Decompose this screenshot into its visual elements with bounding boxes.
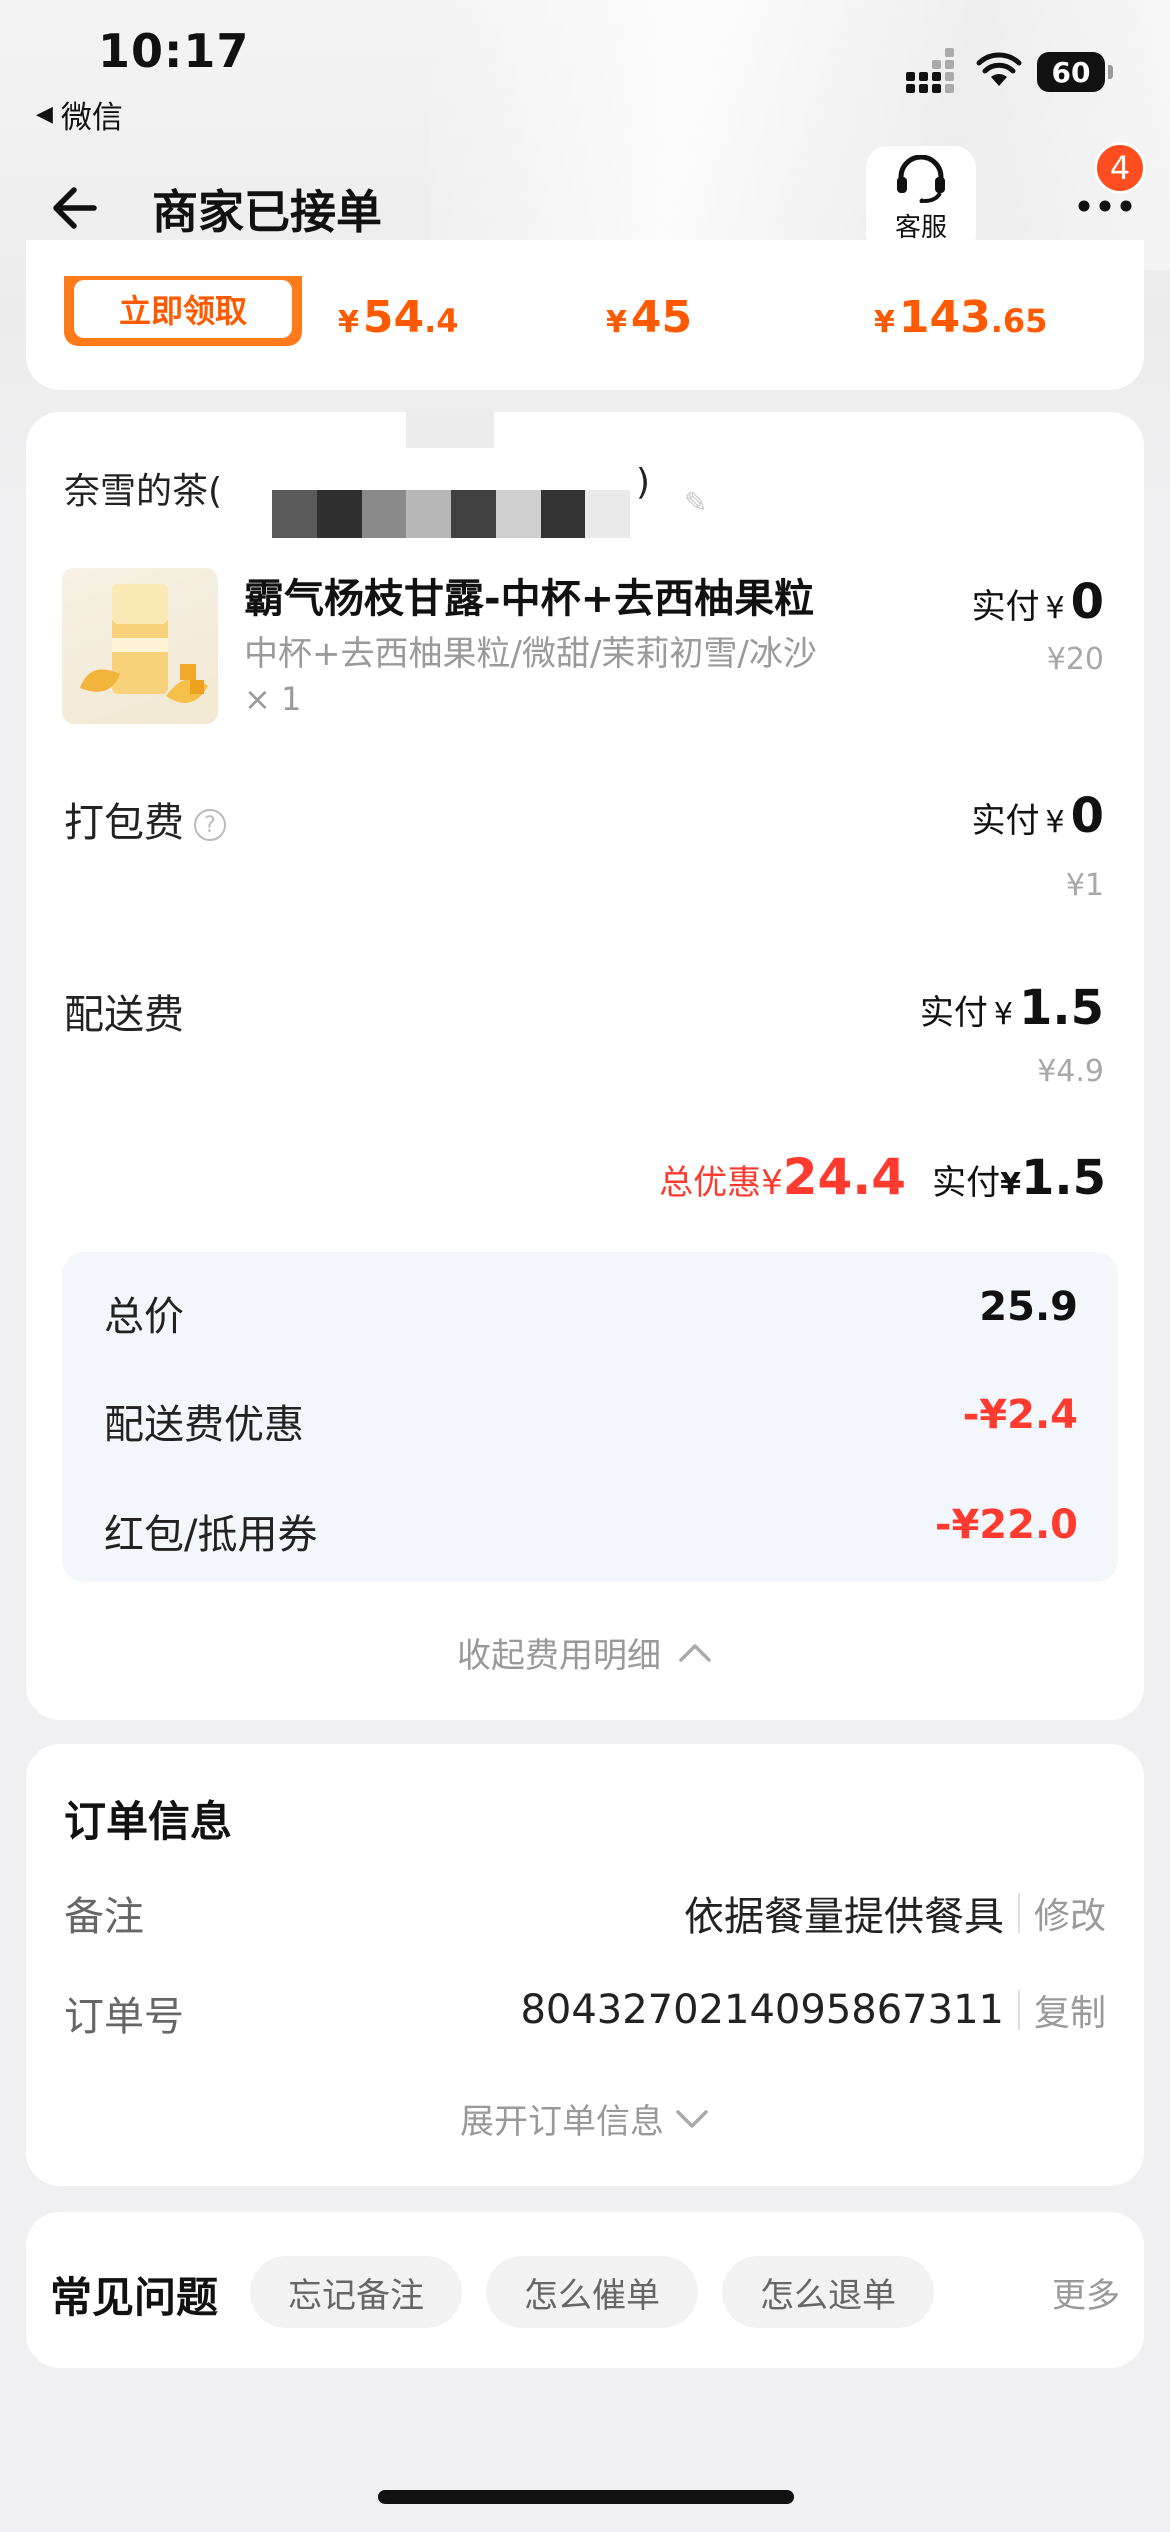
chevron-up-icon — [679, 1643, 711, 1662]
product-paid-amount: 实付 ¥ 0 — [971, 574, 1105, 630]
store-name[interactable]: 奈雪的茶( — [64, 462, 222, 514]
order-number-row: 8043270214095867311 复制 — [520, 1984, 1106, 2036]
promo-price: ¥45 — [606, 292, 693, 343]
delivery-fee-label: 配送费 — [64, 992, 184, 1038]
back-arrow-icon[interactable] — [48, 178, 108, 238]
battery-indicator: 60 — [1037, 52, 1113, 92]
delivery-discount-value: -¥2.4 — [962, 1392, 1078, 1438]
back-app-label: 微信 — [60, 100, 123, 136]
edit-pencil-icon: ✎ — [684, 486, 708, 519]
page-title: 商家已接单 — [152, 185, 382, 239]
divider — [1017, 1990, 1020, 2030]
back-triangle-icon: ◀ — [36, 102, 53, 127]
headset-icon — [897, 155, 945, 203]
delivery-discount-label: 配送费优惠 — [104, 1402, 304, 1448]
coupon-label: 红包/抵用券 — [104, 1512, 318, 1558]
expand-order-info-button[interactable]: 展开订单信息 — [0, 2094, 1170, 2143]
header-background-shape — [430, 0, 1170, 270]
faq-chip-urge-order[interactable]: 怎么催单 — [486, 2256, 698, 2328]
notification-badge: 4 — [1094, 142, 1146, 194]
packing-paid-amount: 实付 ¥ 0 — [971, 788, 1105, 844]
delivery-paid-amount: 实付 ¥ 1.5 — [919, 980, 1104, 1036]
order-info-title: 订单信息 — [64, 1797, 233, 1846]
total-price-value: 25.9 — [979, 1284, 1078, 1330]
promo-price: ¥54.4 — [338, 292, 459, 343]
copy-order-number-button[interactable]: 复制 — [1034, 1984, 1106, 2036]
expand-order-info-label: 展开订单信息 — [460, 2102, 664, 2142]
product-original-price: ¥20 — [1046, 642, 1104, 677]
promo-price: ¥143.65 — [874, 292, 1048, 343]
divider — [1017, 1893, 1020, 1933]
product-title[interactable]: 霸气杨枝甘露-中杯+去西柚果粒 — [244, 566, 814, 624]
product-spec: 中杯+去西柚果粒/微甜/茉莉初雪/冰沙 — [244, 634, 817, 674]
packing-fee-label: 打包费? — [64, 790, 226, 848]
remark-value: 依据餐量提供餐具 — [683, 1894, 1004, 1940]
faq-chip-forgot-remark[interactable]: 忘记备注 — [250, 2256, 462, 2328]
faq-more-link[interactable]: 更多 — [1052, 2268, 1120, 2317]
product-quantity: × 1 — [244, 680, 302, 718]
faq-chip-refund-order[interactable]: 怎么退单 — [722, 2256, 934, 2328]
wifi-icon — [976, 52, 1022, 86]
redaction-block — [406, 412, 494, 448]
home-indicator[interactable] — [378, 2490, 794, 2504]
product-image — [62, 568, 218, 724]
cellular-signal-icon — [906, 48, 960, 94]
customer-service-label: 客服 — [894, 213, 947, 243]
faq-title: 常见问题 — [50, 2273, 219, 2322]
remark-label: 备注 — [64, 1894, 144, 1940]
chevron-down-icon — [676, 2109, 708, 2128]
redacted-store-branch — [272, 490, 630, 538]
modify-remark-button[interactable]: 修改 — [1034, 1887, 1106, 1939]
collapse-fee-details-button[interactable]: 收起费用明细 — [0, 1628, 1170, 1677]
claim-now-label: 立即领取 — [74, 280, 292, 338]
packing-original-price: ¥1 — [1065, 868, 1104, 903]
help-icon[interactable]: ? — [194, 809, 226, 841]
status-time: 10:17 — [98, 24, 250, 78]
order-total-summary: 总优惠¥ 24.4 实付 ¥ 1.5 — [659, 1148, 1106, 1206]
order-number-value: 8043270214095867311 — [520, 1987, 1004, 2033]
delivery-original-price: ¥4.9 — [1037, 1054, 1104, 1089]
coupon-value: -¥22.0 — [934, 1502, 1078, 1548]
remark-row: 依据餐量提供餐具 修改 — [684, 1884, 1106, 1942]
collapse-fee-details-label: 收起费用明细 — [457, 1636, 661, 1676]
order-number-label: 订单号 — [64, 1994, 184, 2040]
store-name-tail: ) — [636, 462, 651, 503]
claim-now-button[interactable]: 立即领取 — [64, 276, 302, 346]
back-to-app-link[interactable]: ◀ 微信 — [36, 92, 123, 137]
total-price-label: 总价 — [104, 1294, 184, 1340]
